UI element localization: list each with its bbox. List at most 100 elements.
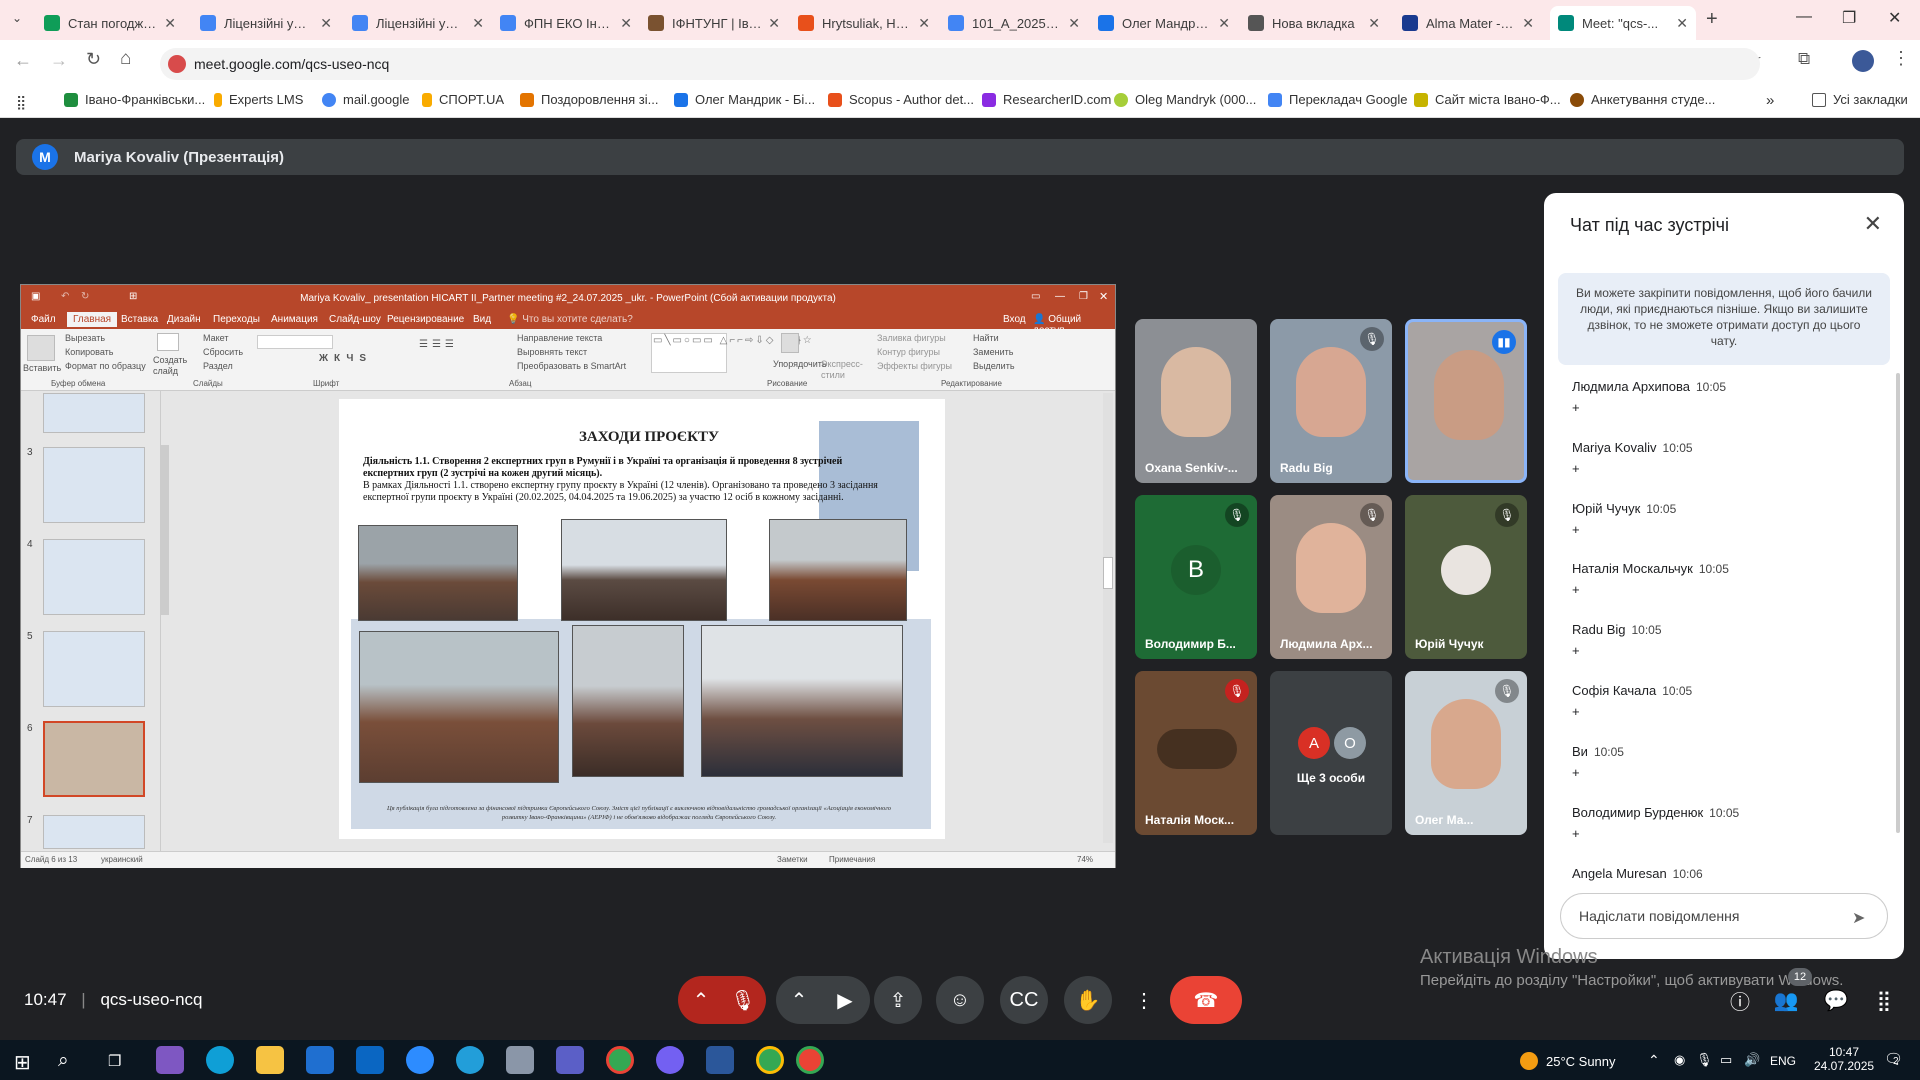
browser-tab[interactable]: Ліцензійні умо... ✕ xyxy=(344,6,492,40)
copilot-icon[interactable] xyxy=(156,1046,184,1074)
bookmark-item[interactable]: Поздоровлення зі... xyxy=(520,92,659,107)
tab-close-icon[interactable]: ✕ xyxy=(1068,15,1080,32)
tray-volume-icon[interactable]: 🔊 xyxy=(1744,1052,1760,1068)
bookmark-item[interactable]: Experts LMS xyxy=(214,92,303,107)
raise-hand-button[interactable]: ✋ xyxy=(1064,976,1112,1024)
close-icon[interactable]: ✕ xyxy=(1864,211,1882,237)
tab-close-icon[interactable]: ✕ xyxy=(768,15,780,32)
browser-tab[interactable]: Meet: "qcs-... ✕ xyxy=(1550,6,1696,40)
browser-tab[interactable]: Hrytsuliak, H. M... ✕ xyxy=(790,6,938,40)
telegram-icon[interactable] xyxy=(456,1046,484,1074)
tray-network-icon[interactable]: ▭ xyxy=(1720,1052,1732,1068)
participant-tile[interactable]: 🎙 Наталія Моск... xyxy=(1135,671,1257,835)
participant-tile-speaking[interactable]: ▮▮ xyxy=(1405,319,1527,483)
browser-tab[interactable]: ІФНТУНГ | Іван... ✕ xyxy=(640,6,788,40)
task-view-icon[interactable]: ❐ xyxy=(108,1052,121,1070)
save-app-icon[interactable] xyxy=(556,1046,584,1074)
participant-tile[interactable]: 🎙 Олег Ма... xyxy=(1405,671,1527,835)
browser-tab[interactable]: Олег Мандрик... ✕ xyxy=(1090,6,1238,40)
forward-icon[interactable]: → xyxy=(50,50,68,71)
participant-tile[interactable]: Oxana Senkiv-... xyxy=(1135,319,1257,483)
tab-close-icon[interactable]: ✕ xyxy=(1218,15,1230,32)
app-icon[interactable] xyxy=(506,1046,534,1074)
browser-tab[interactable]: Стан погодже... ✕ xyxy=(36,6,184,40)
tab-close-icon[interactable]: ✕ xyxy=(1522,15,1534,32)
slideshow-icon: ⊞ xyxy=(129,291,138,302)
extensions-icon[interactable]: ⧉ xyxy=(1798,49,1810,69)
chrome-profile-icon[interactable] xyxy=(756,1046,784,1074)
activities-icon[interactable]: ⣿ xyxy=(1860,976,1908,1024)
browser-menu-icon[interactable]: ⋮ xyxy=(1892,48,1910,69)
participant-tile-overflow[interactable]: A O Ще 3 особи xyxy=(1270,671,1392,835)
tab-close-icon[interactable]: ✕ xyxy=(918,15,930,32)
taskbar-clock[interactable]: 10:47 24.07.2025 xyxy=(1814,1045,1874,1073)
tab-search-icon[interactable]: ⌄ xyxy=(12,11,22,25)
chrome-icon[interactable] xyxy=(606,1046,634,1074)
keyboard-language[interactable]: ENG xyxy=(1770,1054,1796,1068)
word-icon[interactable] xyxy=(706,1046,734,1074)
more-bookmarks-icon[interactable]: » xyxy=(1766,92,1774,109)
outlook-icon[interactable] xyxy=(356,1046,384,1074)
bookmark-item[interactable]: ResearcherID.com xyxy=(982,92,1111,107)
home-icon[interactable]: ⌂ xyxy=(120,48,131,70)
emoji-reaction-button[interactable]: ☺ xyxy=(936,976,984,1024)
store-icon[interactable] xyxy=(306,1046,334,1074)
tab-close-icon[interactable]: ✕ xyxy=(1676,15,1688,32)
tray-chevron-icon[interactable]: ⌃ xyxy=(1648,1052,1660,1069)
chat-icon[interactable]: 💬 xyxy=(1812,976,1860,1024)
participant-tile[interactable]: 🎙 Radu Big xyxy=(1270,319,1392,483)
omnibox[interactable]: meet.google.com/qcs-useo-ncq xyxy=(160,48,1760,80)
minimize-icon[interactable]: — xyxy=(1796,8,1812,26)
camera-options-chevron-icon[interactable]: ⌃ xyxy=(776,976,822,1024)
viber-icon[interactable] xyxy=(656,1046,684,1074)
tab-close-icon[interactable]: ✕ xyxy=(472,15,484,32)
profile-avatar[interactable] xyxy=(1852,50,1874,72)
tab-close-icon[interactable]: ✕ xyxy=(620,15,632,32)
bookmark-item[interactable]: Сайт міста Івано-Ф... xyxy=(1414,92,1561,107)
bookmark-item[interactable]: СПОРТ.UA xyxy=(422,92,504,107)
camera-button[interactable]: ▶ xyxy=(820,976,870,1024)
chat-message-input[interactable]: Надіслати повідомлення xyxy=(1560,893,1888,939)
more-options-icon[interactable]: ⋮ xyxy=(1120,976,1168,1024)
browser-tab[interactable]: Alma Mater - І... ✕ xyxy=(1394,6,1542,40)
browser-tab[interactable]: Нова вкладка ✕ xyxy=(1240,6,1388,40)
bookmark-item[interactable]: Олег Мандрик - Бі... xyxy=(674,92,815,107)
bookmark-item[interactable]: Анкетування студе... xyxy=(1570,92,1715,107)
close-window-icon[interactable]: ✕ xyxy=(1888,8,1901,28)
restore-icon[interactable]: ❐ xyxy=(1842,8,1856,28)
apps-grid-icon[interactable]: ⣿ xyxy=(16,94,26,111)
search-icon[interactable]: ⌕ xyxy=(58,1050,69,1072)
tab-close-icon[interactable]: ✕ xyxy=(1368,15,1380,32)
back-icon[interactable]: ← xyxy=(14,50,32,71)
new-tab-button[interactable]: + xyxy=(1706,8,1718,31)
site-info-icon[interactable] xyxy=(168,55,186,73)
browser-tab[interactable]: ФПН ЕКО Інфо... ✕ xyxy=(492,6,640,40)
captions-button[interactable]: CC xyxy=(1000,976,1048,1024)
participant-tile[interactable]: 🎙 Людмила Арх... xyxy=(1270,495,1392,659)
reload-icon[interactable]: ↻ xyxy=(86,49,101,70)
edge-icon[interactable] xyxy=(206,1046,234,1074)
chrome-active-icon[interactable] xyxy=(796,1046,824,1074)
participant-tile[interactable]: B 🎙 Володимир Б... xyxy=(1135,495,1257,659)
meeting-details-icon[interactable]: ⓘ xyxy=(1716,976,1764,1024)
bookmark-item[interactable]: Oleg Mandryk (000... xyxy=(1114,92,1256,107)
bookmark-item[interactable]: Scopus - Author det... xyxy=(828,92,974,107)
leave-call-button[interactable]: ☎ xyxy=(1170,976,1242,1024)
mic-off-button[interactable]: 🎙 xyxy=(720,976,766,1024)
mic-options-chevron-icon[interactable]: ⌃ xyxy=(678,976,724,1024)
browser-tab[interactable]: Ліцензійні умо... ✕ xyxy=(192,6,340,40)
send-icon[interactable]: ➤ xyxy=(1852,908,1865,928)
bookmark-item[interactable]: Перекладач Google xyxy=(1268,92,1408,107)
tab-close-icon[interactable]: ✕ xyxy=(164,15,176,32)
tab-close-icon[interactable]: ✕ xyxy=(320,15,332,32)
present-screen-button[interactable]: ⇪ xyxy=(874,976,922,1024)
all-bookmarks[interactable]: Усі закладки xyxy=(1812,92,1908,107)
windows-start-icon[interactable]: ⊞ xyxy=(14,1050,31,1075)
chat-scrollbar[interactable] xyxy=(1896,373,1900,833)
file-explorer-icon[interactable] xyxy=(256,1046,284,1074)
participant-tile[interactable]: 🎙 Юрій Чучук xyxy=(1405,495,1527,659)
zoom-icon[interactable] xyxy=(406,1046,434,1074)
bookmark-item[interactable]: mail.google xyxy=(322,92,410,107)
browser-tab[interactable]: 101_А_2025 О... ✕ xyxy=(940,6,1088,40)
bookmark-item[interactable]: Івано-Франківськи... xyxy=(64,92,205,107)
